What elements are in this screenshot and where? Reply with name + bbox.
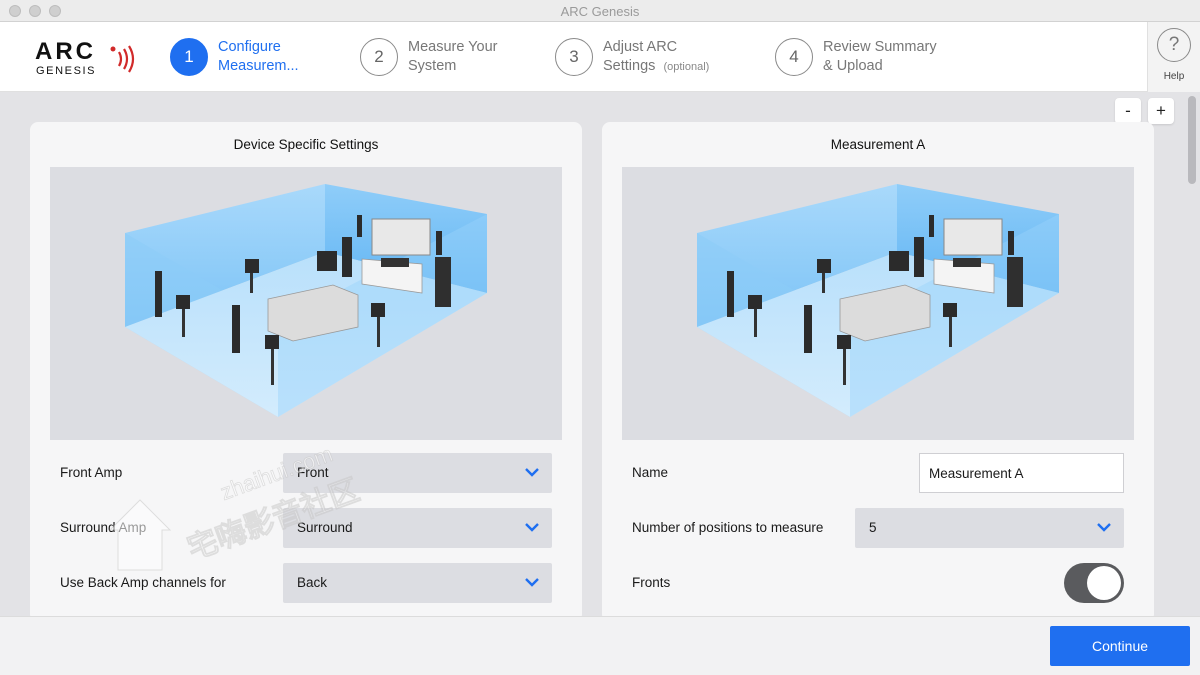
panel-title: Device Specific Settings bbox=[233, 137, 379, 152]
fronts-toggle[interactable] bbox=[1064, 563, 1124, 603]
chevron-down-icon bbox=[525, 578, 539, 587]
step-label: Adjust ARC Settings (optional) bbox=[603, 39, 710, 74]
step-number: 3 bbox=[555, 38, 593, 76]
select-value: Surround bbox=[297, 520, 353, 535]
device-settings-panel: Device Specific Settings Front Amp Front… bbox=[30, 122, 582, 622]
front-amp-label: Front Amp bbox=[60, 465, 123, 480]
home-theater-room-image bbox=[697, 184, 1059, 417]
positions-label: Number of positions to measure bbox=[632, 520, 824, 535]
step-number: 1 bbox=[170, 38, 208, 76]
step-number: 2 bbox=[360, 38, 398, 76]
wizard-footer: Continue bbox=[0, 616, 1200, 675]
measurement-name-input[interactable] bbox=[919, 453, 1124, 493]
front-amp-select[interactable]: Front bbox=[283, 453, 552, 493]
arc-genesis-logo: ARC GENESIS bbox=[35, 39, 145, 79]
select-value: 5 bbox=[869, 520, 877, 535]
room-illustration bbox=[50, 167, 562, 440]
logo-main-text: ARC bbox=[35, 38, 96, 65]
scrollbar-thumb[interactable] bbox=[1188, 96, 1196, 184]
step-label: Configure Measurem... bbox=[218, 39, 299, 74]
select-value: Back bbox=[297, 575, 328, 590]
fronts-label: Fronts bbox=[632, 575, 671, 590]
chevron-down-icon bbox=[1097, 523, 1111, 532]
wizard-header: ARC GENESIS 1 Configure Measurem... 2 Me… bbox=[0, 22, 1200, 92]
step-label: Measure Your System bbox=[408, 39, 498, 74]
surround-amp-select[interactable]: Surround bbox=[283, 508, 552, 548]
question-mark-icon: ? bbox=[1157, 28, 1191, 62]
optional-tag: (optional) bbox=[663, 61, 710, 73]
home-theater-room-image bbox=[125, 184, 487, 417]
sound-waves-icon bbox=[110, 45, 135, 73]
window-titlebar: ARC Genesis bbox=[0, 0, 1200, 22]
back-amp-select[interactable]: Back bbox=[283, 563, 552, 603]
logo-sub-text: GENESIS bbox=[36, 65, 97, 77]
help-label: Help bbox=[1163, 71, 1185, 82]
back-amp-label: Use Back Amp channels for bbox=[60, 575, 226, 590]
help-button[interactable]: ? Help bbox=[1147, 22, 1200, 92]
zoom-in-button[interactable]: + bbox=[1148, 98, 1174, 124]
vertical-scrollbar[interactable] bbox=[1184, 92, 1200, 616]
step-number: 4 bbox=[775, 38, 813, 76]
continue-button[interactable]: Continue bbox=[1050, 626, 1190, 666]
toggle-knob bbox=[1087, 566, 1121, 600]
chevron-down-icon bbox=[525, 468, 539, 477]
measurement-name-label: Name bbox=[632, 465, 669, 480]
step-label: Review Summary & Upload bbox=[823, 39, 937, 74]
chevron-down-icon bbox=[525, 523, 539, 532]
select-value: Front bbox=[297, 465, 329, 480]
panel-title: Measurement A bbox=[830, 137, 926, 152]
zoom-out-button[interactable]: - bbox=[1115, 98, 1141, 124]
positions-select[interactable]: 5 bbox=[855, 508, 1124, 548]
window-title: ARC Genesis bbox=[560, 4, 640, 19]
room-illustration bbox=[622, 167, 1134, 440]
surround-amp-label: Surround Amp bbox=[60, 520, 147, 535]
measurement-panel: Measurement A Name Measurement A Number … bbox=[602, 122, 1154, 622]
